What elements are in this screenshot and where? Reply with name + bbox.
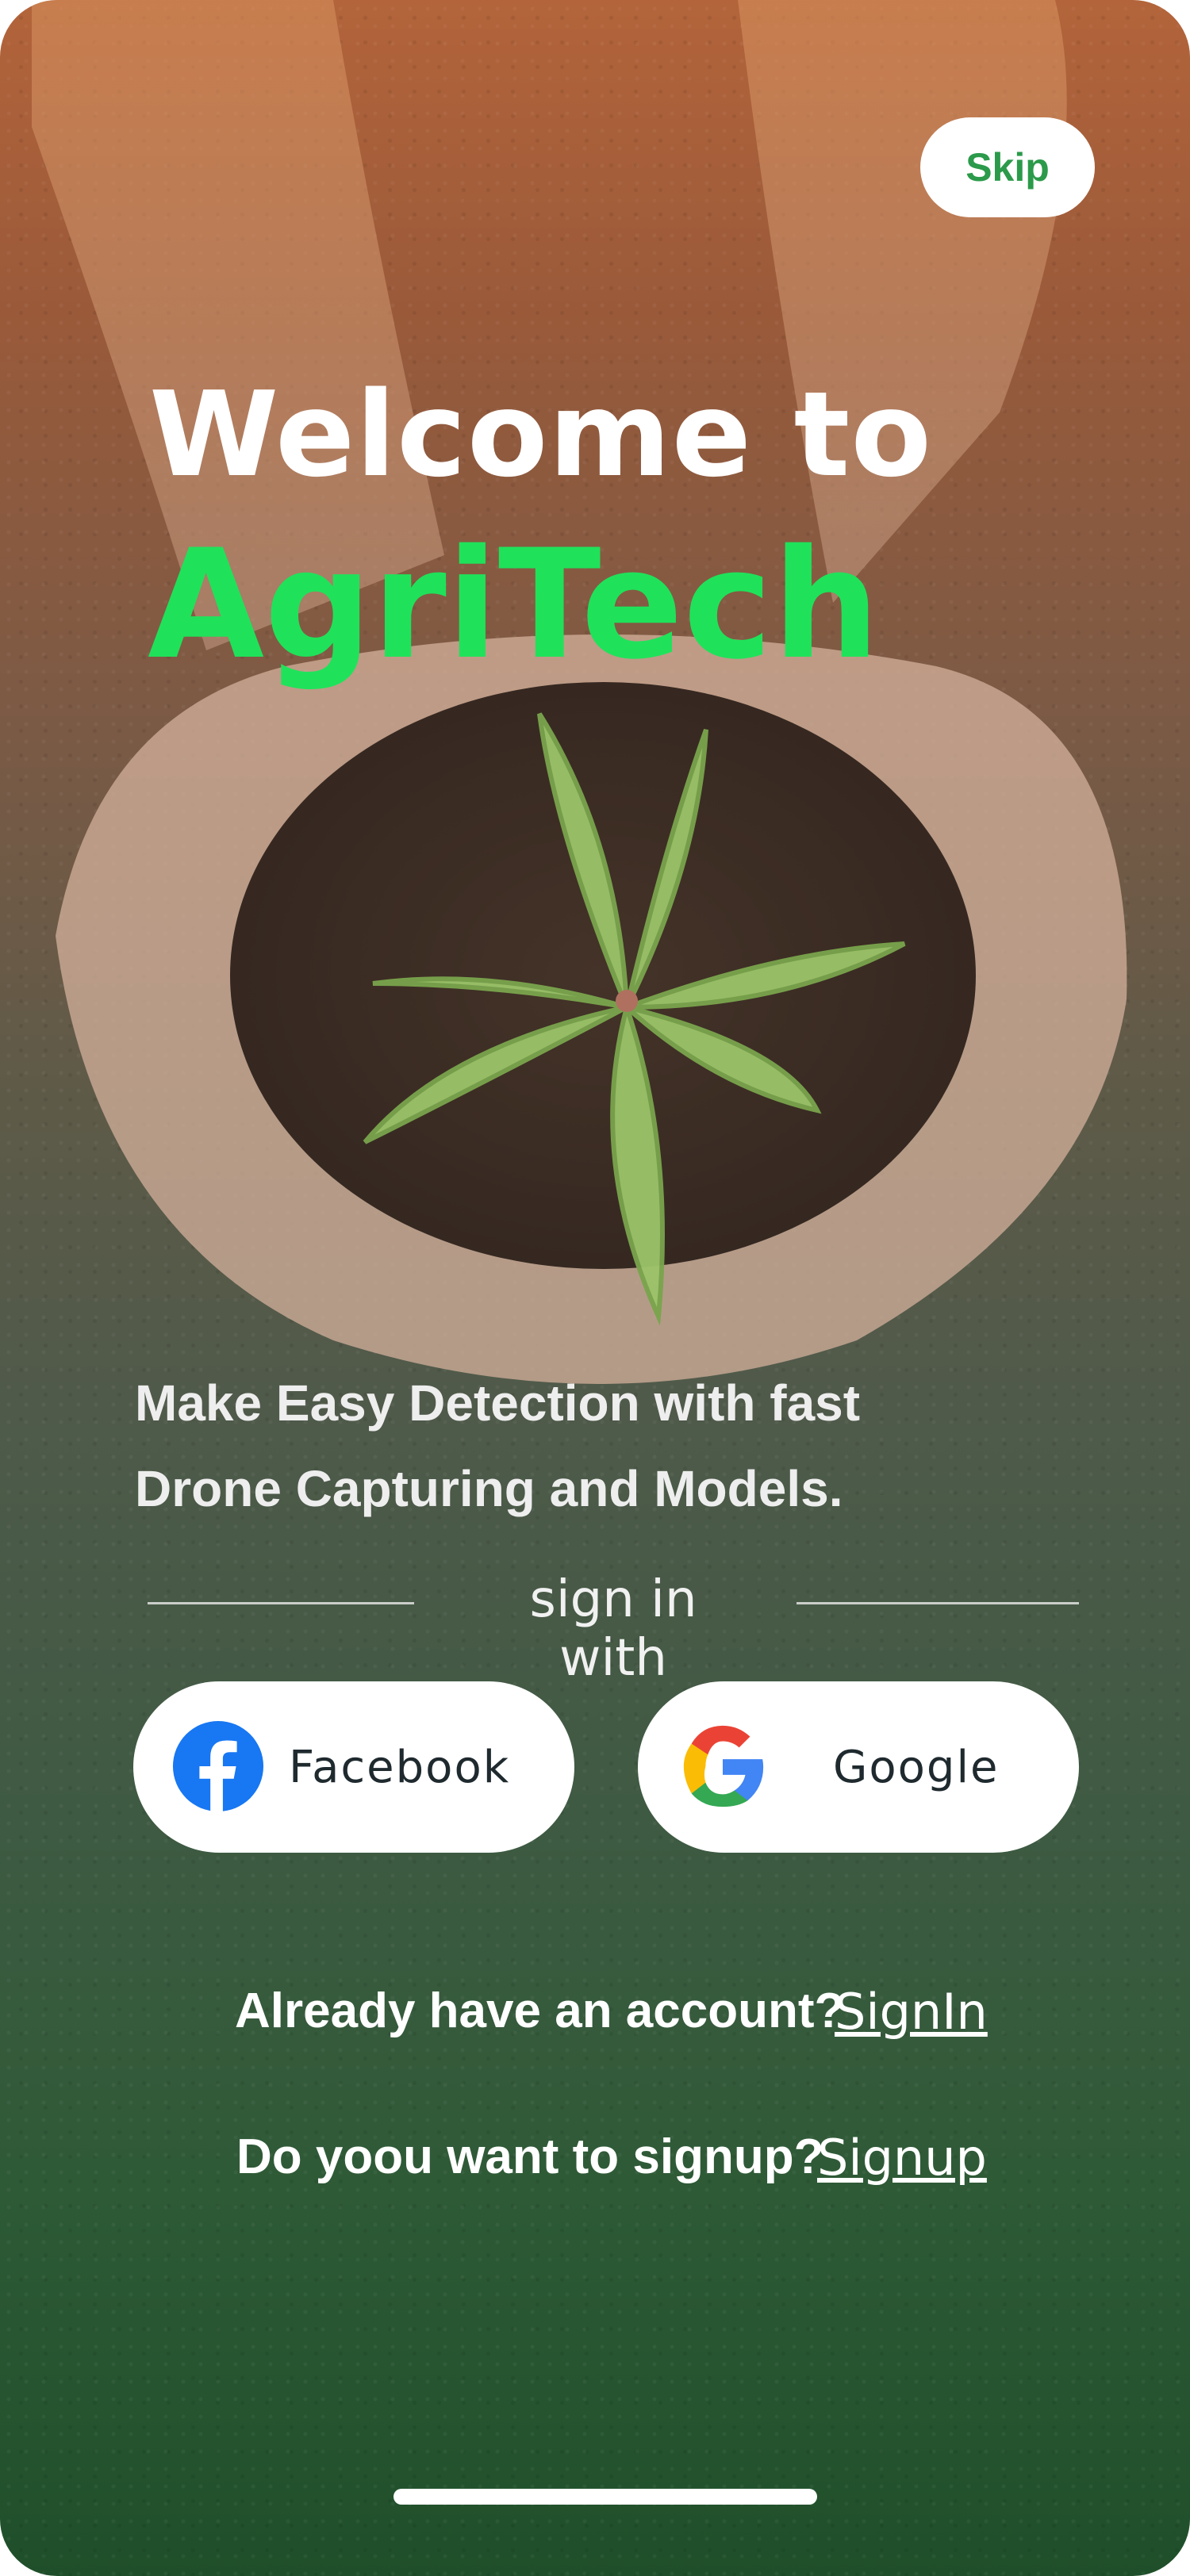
skip-button[interactable]: Skip <box>920 117 1095 217</box>
signup-row: Do yoou want to signup? Signup <box>0 2129 1190 2208</box>
home-indicator[interactable] <box>393 2489 817 2505</box>
divider-label: sign in with <box>529 1570 697 1688</box>
hands-seedling-illustration <box>32 0 1127 1384</box>
signup-link[interactable]: Signup <box>817 2129 987 2187</box>
google-label: Google <box>833 1742 1000 1793</box>
sign-in-divider: sign in with <box>148 1570 1079 1688</box>
signin-row: Already have an account? SignIn <box>0 1983 1190 2062</box>
welcome-title: Welcome to <box>149 366 933 503</box>
google-icon <box>683 1725 764 1807</box>
signup-prompt: Do yoou want to signup? <box>236 2129 824 2184</box>
app-name-title: AgriTech <box>148 517 881 692</box>
facebook-label: Facebook <box>289 1742 511 1793</box>
divider-line-left <box>148 1602 414 1604</box>
signin-link[interactable]: SignIn <box>835 1983 988 2041</box>
tagline: Make Easy Detection with fast Drone Capt… <box>135 1360 928 1531</box>
google-signin-button[interactable]: Google <box>638 1681 1079 1853</box>
phone-screen: Skip Welcome to AgriTech Make Easy Detec… <box>0 0 1190 2576</box>
tagline-line-2: Drone Capturing and Models. <box>135 1460 843 1517</box>
facebook-signin-button[interactable]: Facebook <box>133 1681 574 1853</box>
facebook-icon <box>172 1720 264 1813</box>
divider-line-right <box>797 1602 1079 1604</box>
tagline-line-1: Make Easy Detection with fast <box>135 1374 861 1432</box>
signin-prompt: Already have an account? <box>235 1984 845 2038</box>
